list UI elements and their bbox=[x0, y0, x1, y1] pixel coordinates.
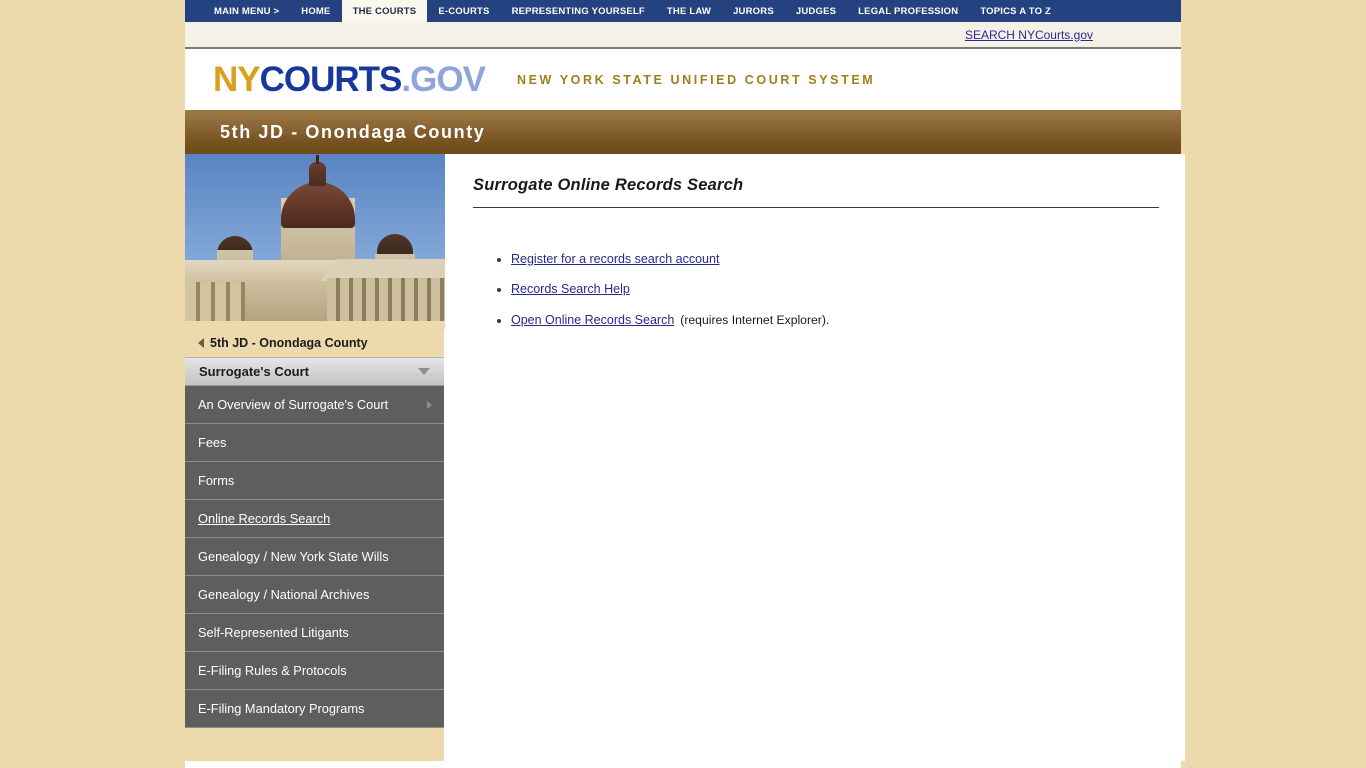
sidebar-item-self-represented-litigants[interactable]: Self-Represented Litigants bbox=[185, 614, 444, 652]
photo-lantern bbox=[309, 162, 326, 186]
sidebar-item-genealogy-ny-state-wills[interactable]: Genealogy / New York State Wills bbox=[185, 538, 444, 576]
topnav-item-representing-yourself[interactable]: REPRESENTING YOURSELF bbox=[501, 0, 656, 22]
open-online-records-search-link[interactable]: Open Online Records Search bbox=[511, 313, 674, 327]
heading-divider bbox=[473, 207, 1159, 208]
triangle-left-icon bbox=[198, 338, 204, 348]
sidebar-item-label: Genealogy / New York State Wills bbox=[198, 549, 389, 564]
sidebar-item-label: Fees bbox=[198, 435, 227, 450]
topnav-label: MAIN MENU > bbox=[214, 5, 280, 17]
body-split: 5th JD - Onondaga County Surrogate's Cou… bbox=[185, 154, 1185, 761]
logo-part-courts: COURTS bbox=[259, 60, 403, 99]
records-links-list: Register for a records search account Re… bbox=[473, 251, 1159, 328]
topnav-label: HOME bbox=[301, 5, 331, 17]
topnav-item-legal-profession[interactable]: LEGAL PROFESSION bbox=[847, 0, 969, 22]
sidebar-section-header-surrogates-court[interactable]: Surrogate's Court bbox=[185, 357, 444, 386]
topnav-item-judges[interactable]: JUDGES bbox=[785, 0, 847, 22]
search-nycourts-link[interactable]: SEARCH NYCourts.gov bbox=[965, 28, 1093, 42]
photo-bottom-strip bbox=[185, 321, 445, 329]
topnav-label: LEGAL PROFESSION bbox=[858, 5, 959, 17]
list-item: Records Search Help bbox=[511, 281, 1159, 297]
sidebar-item-efiling-rules-protocols[interactable]: E-Filing Rules & Protocols bbox=[185, 652, 444, 690]
site-tagline: NEW YORK STATE UNIFIED COURT SYSTEM bbox=[516, 72, 876, 87]
sidebar-item-label: Forms bbox=[198, 473, 235, 488]
topnav-label: THE LAW bbox=[666, 5, 712, 17]
topnav-item-main-menu[interactable]: MAIN MENU > bbox=[203, 0, 290, 22]
topnav-item-topics-a-to-z[interactable]: TOPICS A TO Z bbox=[969, 0, 1062, 22]
sidebar-item-genealogy-national-archives[interactable]: Genealogy / National Archives bbox=[185, 576, 444, 614]
sidebar-item-fees[interactable]: Fees bbox=[185, 424, 444, 462]
topnav-label: E-COURTS bbox=[438, 5, 490, 17]
breadcrumb-label: 5th JD - Onondaga County bbox=[210, 336, 368, 350]
photo-spire bbox=[316, 155, 319, 164]
photo-columns-left bbox=[185, 282, 245, 322]
list-item: Open Online Records Search (requires Inte… bbox=[511, 312, 1159, 329]
sidebar-item-label: Self-Represented Litigants bbox=[198, 625, 349, 640]
breadcrumb[interactable]: 5th JD - Onondaga County bbox=[185, 329, 444, 357]
sidebar-item-online-records-search[interactable]: Online Records Search bbox=[185, 500, 444, 538]
main-content: Surrogate Online Records Search Register… bbox=[445, 154, 1185, 761]
content-heading: Surrogate Online Records Search bbox=[473, 176, 744, 194]
top-navigation-bar: MAIN MENU > HOME THE COURTS E-COURTS REP… bbox=[185, 0, 1181, 22]
sidebar-item-forms[interactable]: Forms bbox=[185, 462, 444, 500]
logo-part-ny: NY bbox=[213, 60, 261, 99]
page-title: 5th JD - Onondaga County bbox=[220, 121, 486, 142]
register-account-link[interactable]: Register for a records search account bbox=[511, 252, 719, 266]
triangle-down-icon bbox=[418, 368, 430, 375]
logo-part-dot: . bbox=[401, 60, 411, 99]
sidebar-item-label: E-Filing Rules & Protocols bbox=[198, 663, 347, 678]
sidebar: 5th JD - Onondaga County Surrogate's Cou… bbox=[185, 154, 445, 761]
sidebar-item-overview[interactable]: An Overview of Surrogate's Court bbox=[185, 386, 444, 424]
list-item: Register for a records search account bbox=[511, 251, 1159, 267]
search-strip: SEARCH NYCourts.gov bbox=[185, 22, 1181, 49]
courthouse-photo bbox=[185, 154, 445, 329]
site-header: NYCOURTS.GOV NEW YORK STATE UNIFIED COUR… bbox=[185, 49, 1181, 110]
topnav-item-home[interactable]: HOME bbox=[290, 0, 341, 22]
browser-requirement-note: (requires Internet Explorer). bbox=[680, 312, 830, 327]
topnav-item-e-courts[interactable]: E-COURTS bbox=[427, 0, 500, 22]
page-container: MAIN MENU > HOME THE COURTS E-COURTS REP… bbox=[185, 0, 1185, 768]
records-search-help-link[interactable]: Records Search Help bbox=[511, 282, 630, 296]
triangle-right-icon bbox=[427, 400, 432, 409]
photo-columns-main bbox=[327, 278, 445, 322]
topnav-label: JURORS bbox=[733, 5, 774, 17]
topnav-label: THE COURTS bbox=[352, 5, 417, 17]
section-title-bar: 5th JD - Onondaga County bbox=[185, 110, 1181, 154]
topnav-item-the-courts[interactable]: THE COURTS bbox=[341, 0, 428, 22]
sidebar-item-label: Online Records Search bbox=[198, 511, 331, 526]
sidebar-item-label: Genealogy / National Archives bbox=[198, 587, 370, 602]
site-logo[interactable]: NYCOURTS.GOV bbox=[213, 60, 486, 99]
topnav-item-the-law[interactable]: THE LAW bbox=[656, 0, 722, 22]
sidebar-item-label: E-Filing Mandatory Programs bbox=[198, 701, 365, 716]
topnav-label: REPRESENTING YOURSELF bbox=[511, 5, 645, 17]
topnav-label: TOPICS A TO Z bbox=[980, 5, 1052, 17]
topnav-label: JUDGES bbox=[795, 5, 837, 17]
sidebar-item-efiling-mandatory-programs[interactable]: E-Filing Mandatory Programs bbox=[185, 690, 444, 728]
logo-part-gov: GOV bbox=[410, 60, 486, 99]
sidebar-item-label: An Overview of Surrogate's Court bbox=[198, 397, 389, 412]
topnav-item-jurors[interactable]: JURORS bbox=[722, 0, 785, 22]
sidebar-section-label: Surrogate's Court bbox=[199, 364, 309, 379]
sidebar-tail bbox=[185, 728, 444, 750]
